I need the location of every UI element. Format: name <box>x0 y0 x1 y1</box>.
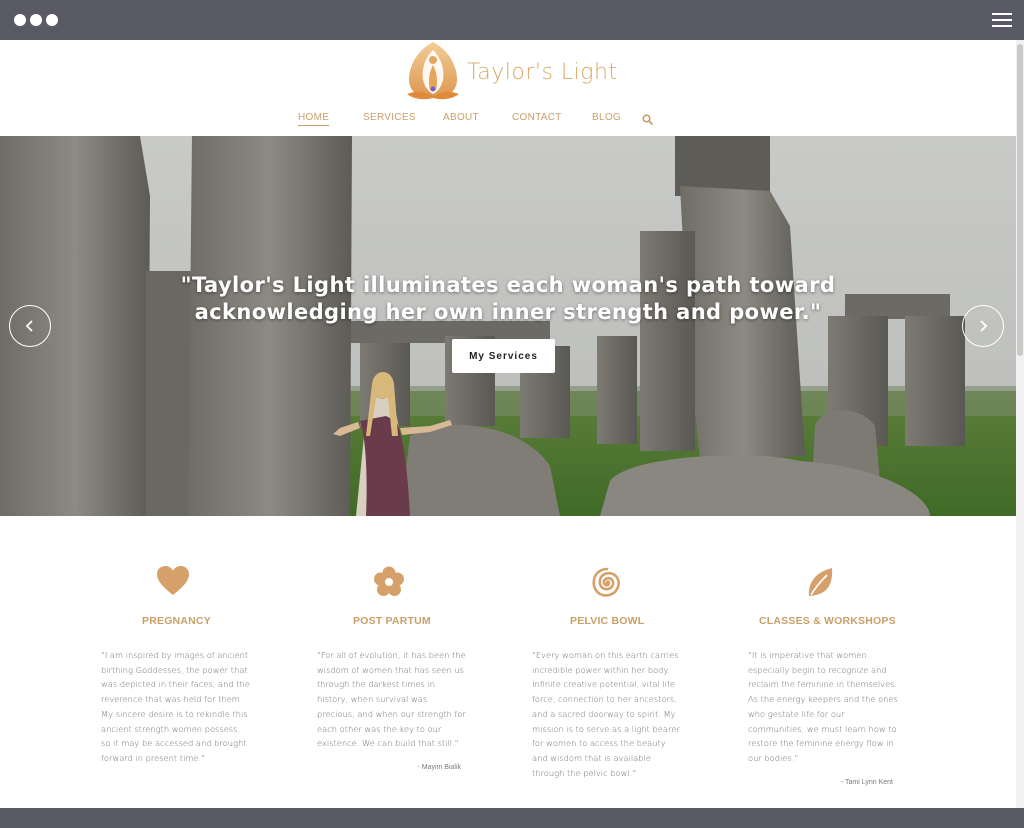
flower-icon <box>373 566 405 603</box>
features-section: PREGNANCY "I am inspired by images of an… <box>0 516 1016 808</box>
heart-icon <box>157 566 189 601</box>
nav-item-services[interactable]: SERVICES <box>363 112 416 123</box>
browser-toolbar <box>0 0 1024 40</box>
feature-title: PREGNANCY <box>142 615 211 627</box>
my-services-button[interactable]: My Services <box>452 339 555 373</box>
brand-name: Taylor's Light <box>467 60 618 85</box>
site-header: Taylor's Light HOME SERVICES ABOUT CONTA… <box>0 40 1016 136</box>
feature-attribution: - Mayim Bialik <box>417 764 461 771</box>
feature-text: "Every woman on this earth carries incre… <box>532 650 680 778</box>
feature-text: "I am inspired by images of ancient birt… <box>101 650 250 763</box>
nav-item-about[interactable]: ABOUT <box>443 112 479 123</box>
hamburger-menu-icon[interactable] <box>992 13 1012 27</box>
leaf-icon <box>806 566 834 603</box>
slider-prev-button[interactable] <box>9 305 51 347</box>
hero-quote: "Taylor's Light illuminates each woman's… <box>0 272 1016 326</box>
window-dot[interactable] <box>14 14 26 26</box>
main-nav: HOME SERVICES ABOUT CONTACT BLOG <box>0 112 1016 132</box>
site-logo[interactable]: Taylor's Light <box>403 40 617 102</box>
feature-title: POST PARTUM <box>353 615 431 627</box>
feature-title: PELVIC BOWL <box>570 615 645 627</box>
spiral-icon <box>590 566 624 605</box>
hero-slider: "Taylor's Light illuminates each woman's… <box>0 136 1016 516</box>
feature-attribution: - Tami Lynn Kent <box>840 779 893 786</box>
nav-item-contact[interactable]: CONTACT <box>512 112 562 123</box>
hero-quote-line1: "Taylor's Light illuminates each woman's… <box>180 273 836 297</box>
scrollbar-thumb[interactable] <box>1017 44 1023 356</box>
window-dot[interactable] <box>30 14 42 26</box>
window-dot[interactable] <box>46 14 58 26</box>
bottom-bar <box>0 808 1024 828</box>
slider-next-button[interactable] <box>962 305 1004 347</box>
nav-item-blog[interactable]: BLOG <box>592 112 621 123</box>
hero-quote-line2: acknowledging her own inner strength and… <box>194 300 822 324</box>
feature-text: "For all of evolution, it has been the w… <box>317 650 466 749</box>
window-controls <box>14 14 58 26</box>
chevron-left-icon <box>25 320 33 332</box>
feature-title: CLASSES & WORKSHOPS <box>759 615 896 627</box>
chevron-right-icon <box>980 320 988 332</box>
feature-text: "It is imperative that women especially … <box>748 650 898 763</box>
hero-stonehenge-image <box>0 136 1016 516</box>
nav-item-home[interactable]: HOME <box>298 112 330 126</box>
lotus-figure-icon <box>407 42 459 100</box>
search-icon[interactable] <box>642 112 653 130</box>
